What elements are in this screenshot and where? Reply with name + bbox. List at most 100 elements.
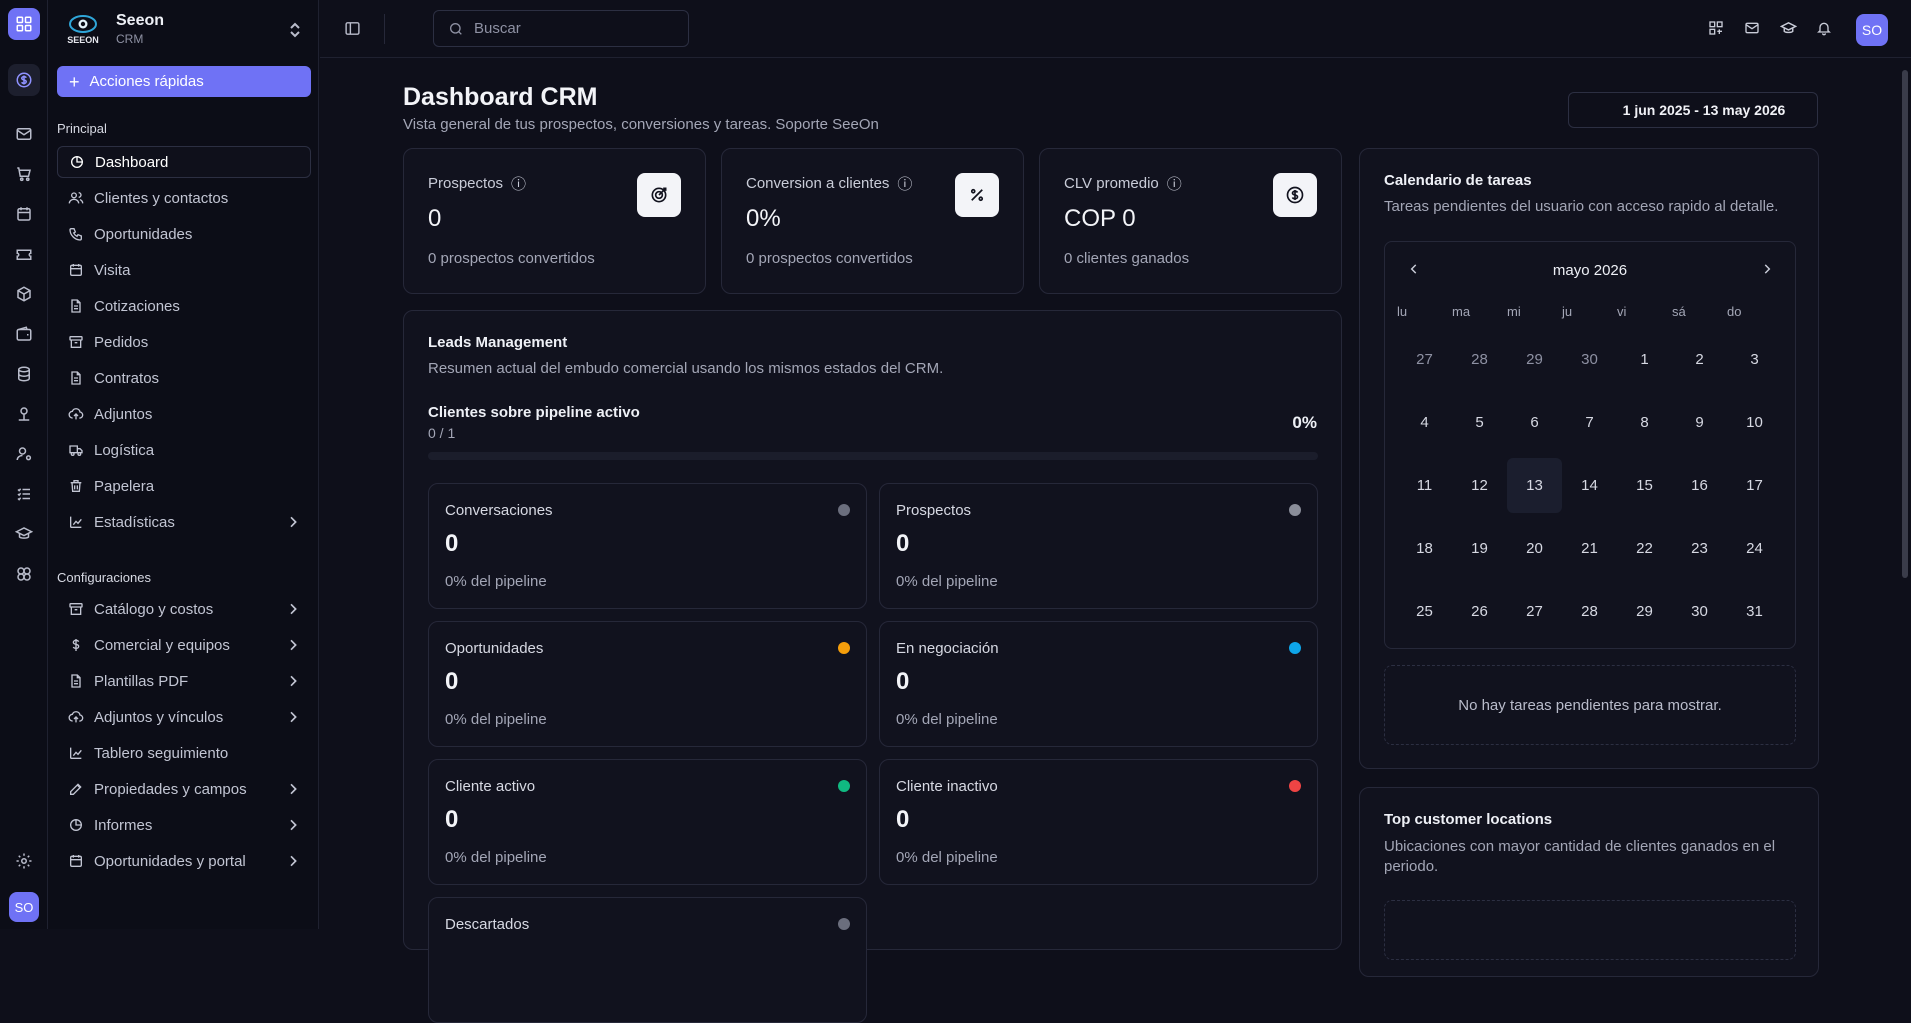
chevron-right-icon — [285, 514, 301, 534]
calendar-day[interactable]: 25 — [1397, 584, 1452, 639]
date-range-picker[interactable]: 1 jun 2025 - 13 may 2026 — [1568, 92, 1818, 128]
graduation-cap-icon[interactable] — [1779, 20, 1798, 41]
pipeline-stage-card[interactable]: Conversaciones 0 0% del pipeline — [428, 483, 867, 609]
mail-icon[interactable] — [1744, 20, 1760, 40]
user-avatar[interactable]: SO — [1856, 14, 1888, 46]
search-box[interactable] — [433, 10, 689, 47]
calendar-day[interactable]: 9 — [1672, 395, 1727, 450]
search-input[interactable] — [474, 20, 674, 37]
sidebar-item-adjuntos[interactable]: Adjuntos — [57, 398, 311, 430]
pipeline-stage-card[interactable]: Prospectos 0 0% del pipeline — [879, 483, 1318, 609]
calendar-day[interactable]: 20 — [1507, 521, 1562, 576]
sidebar-item-comercial-y-equipos[interactable]: Comercial y equipos — [57, 629, 311, 661]
calendar-day[interactable]: 14 — [1562, 458, 1617, 513]
sidebar-item-adjuntos-y-vinculos[interactable]: Adjuntos y vínculos — [57, 701, 311, 733]
sidebar-item-oportunidades[interactable]: Oportunidades — [57, 218, 311, 250]
box-icon[interactable] — [8, 278, 40, 310]
chevron-right-icon[interactable] — [1760, 262, 1774, 280]
calendar-day[interactable]: 27 — [1507, 584, 1562, 639]
cart-icon[interactable] — [8, 158, 40, 190]
calendar-day[interactable]: 8 — [1617, 395, 1672, 450]
sidebar-item-clientes-y-contactos[interactable]: Clientes y contactos — [57, 182, 311, 214]
calendar-day[interactable]: 15 — [1617, 458, 1672, 513]
sidebar-item-plantillas-pdf[interactable]: Plantillas PDF — [57, 665, 311, 697]
pipeline-stage-card[interactable]: En negociación 0 0% del pipeline — [879, 621, 1318, 747]
calendar-day[interactable]: 6 — [1507, 395, 1562, 450]
dollar-circle-icon[interactable] — [8, 64, 40, 96]
calendar-day[interactable]: 22 — [1617, 521, 1672, 576]
calendar-day[interactable]: 31 — [1727, 584, 1782, 639]
calendar-day[interactable]: 23 — [1672, 521, 1727, 576]
chevrons-up-down-icon[interactable] — [288, 22, 302, 42]
sidebar-item-pedidos[interactable]: Pedidos — [57, 326, 311, 358]
calendar-day[interactable]: 29 — [1617, 584, 1672, 639]
calendar-day[interactable]: 18 — [1397, 521, 1452, 576]
apps-grid-icon[interactable] — [8, 8, 40, 40]
network-icon[interactable] — [8, 398, 40, 430]
sidebar-item-informes[interactable]: Informes — [57, 809, 311, 841]
kpi-foot: 0 prospectos convertidos — [746, 250, 913, 267]
calendar-day[interactable]: 4 — [1397, 395, 1452, 450]
info-icon[interactable]: ⓘ — [511, 173, 526, 194]
calendar-day[interactable]: 19 — [1452, 521, 1507, 576]
scrollbar[interactable] — [1902, 70, 1908, 578]
calendar-day[interactable]: 28 — [1452, 332, 1507, 387]
sidebar-item-logistica[interactable]: Logística — [57, 434, 311, 466]
calendar-day[interactable]: 11 — [1397, 458, 1452, 513]
calendar-day[interactable]: 30 — [1672, 584, 1727, 639]
calendar-icon[interactable] — [8, 198, 40, 230]
chevron-right-icon — [285, 817, 301, 837]
calendar-day[interactable]: 1 — [1617, 332, 1672, 387]
sidebar-item-catalogo-y-costos[interactable]: Catálogo y costos — [57, 593, 311, 625]
pipeline-stage-card[interactable]: Oportunidades 0 0% del pipeline — [428, 621, 867, 747]
calendar-day[interactable]: 2 — [1672, 332, 1727, 387]
calendar-day[interactable]: 3 — [1727, 332, 1782, 387]
brand[interactable]: SEEON Seeon CRM — [62, 12, 164, 46]
calendar-day[interactable]: 26 — [1452, 584, 1507, 639]
calendar-day[interactable]: 29 — [1507, 332, 1562, 387]
graduation-cap-icon[interactable] — [8, 518, 40, 550]
sidebar-toggle-icon[interactable] — [344, 20, 361, 41]
calendar-day[interactable]: 17 — [1727, 458, 1782, 513]
calendar-day[interactable]: 7 — [1562, 395, 1617, 450]
sidebar-item-contratos[interactable]: Contratos — [57, 362, 311, 394]
sidebar-item-cotizaciones[interactable]: Cotizaciones — [57, 290, 311, 322]
apps-icon[interactable] — [1708, 20, 1724, 40]
calendar-day[interactable]: 28 — [1562, 584, 1617, 639]
calendar-day[interactable]: 27 — [1397, 332, 1452, 387]
sidebar-item-dashboard[interactable]: Dashboard — [57, 146, 311, 178]
user-avatar[interactable]: SO — [9, 892, 39, 922]
calendar-day[interactable]: 30 — [1562, 332, 1617, 387]
quick-actions-button[interactable]: + Acciones rápidas — [57, 66, 311, 97]
pipeline-stage-card[interactable]: Cliente activo 0 0% del pipeline — [428, 759, 867, 885]
bell-icon[interactable] — [1816, 20, 1832, 40]
sidebar-item-papelera[interactable]: Papelera — [57, 470, 311, 502]
calendar-day[interactable]: 12 — [1452, 458, 1507, 513]
sidebar-item-oportunidades-y-portal[interactable]: Oportunidades y portal — [57, 845, 311, 877]
calendar-day[interactable]: 10 — [1727, 395, 1782, 450]
calendar-month: mayo 2026 — [1552, 262, 1628, 279]
database-icon[interactable] — [8, 358, 40, 390]
card-title: Top customer locations — [1384, 811, 1553, 828]
brain-icon[interactable] — [8, 558, 40, 590]
ticket-icon[interactable] — [8, 238, 40, 270]
calendar-day[interactable]: 24 — [1727, 521, 1782, 576]
calendar-day[interactable]: 5 — [1452, 395, 1507, 450]
calendar-day[interactable]: 13 — [1507, 458, 1562, 513]
wallet-icon[interactable] — [8, 318, 40, 350]
gear-icon[interactable] — [8, 845, 40, 877]
sidebar-item-propiedades-y-campos[interactable]: Propiedades y campos — [57, 773, 311, 805]
pipeline-stage-card[interactable]: Cliente inactivo 0 0% del pipeline — [879, 759, 1318, 885]
user-settings-icon[interactable] — [8, 438, 40, 470]
calendar-day[interactable]: 21 — [1562, 521, 1617, 576]
calendar-day[interactable]: 16 — [1672, 458, 1727, 513]
sidebar-item-visita[interactable]: Visita — [57, 254, 311, 286]
sidebar-item-estadisticas[interactable]: Estadísticas — [57, 506, 311, 538]
pipeline-stage-card[interactable]: Descartados — [428, 897, 867, 1023]
info-icon[interactable]: ⓘ — [897, 173, 912, 194]
mail-icon[interactable] — [8, 118, 40, 150]
sidebar-item-tablero-seguimiento[interactable]: Tablero seguimiento — [57, 737, 311, 769]
checklist-icon[interactable] — [8, 478, 40, 510]
cloud-upload-icon — [68, 711, 84, 723]
info-icon[interactable]: ⓘ — [1167, 173, 1182, 194]
